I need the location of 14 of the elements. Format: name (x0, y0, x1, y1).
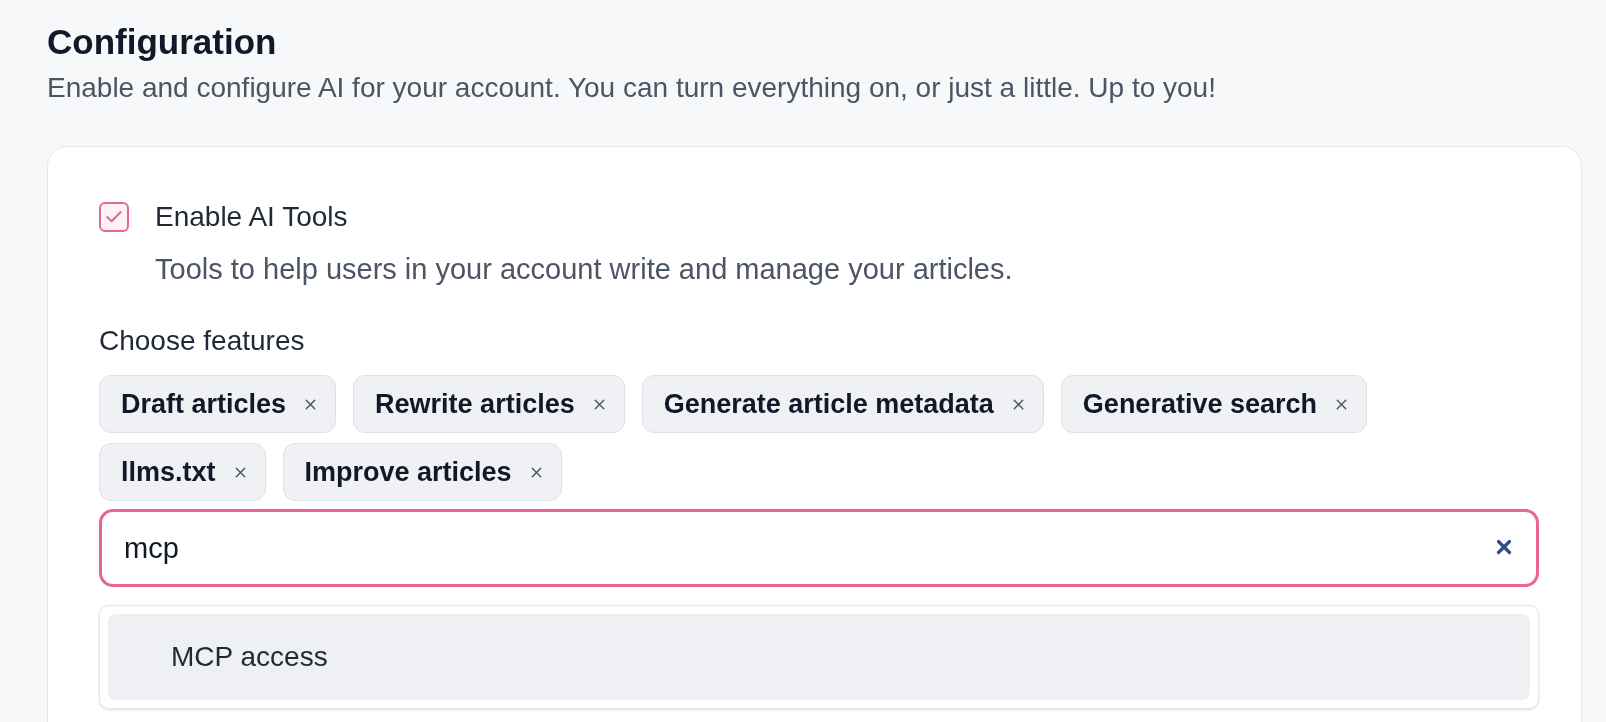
tag-label: Draft articles (121, 387, 287, 421)
page-description: Enable and configure AI for your account. You can turn everything on, or just a little. Up to you! (47, 71, 1216, 105)
search-field[interactable]: mcp (99, 509, 1539, 587)
dropdown-option[interactable]: MCP access (108, 614, 1530, 700)
tag-label: llms.txt (121, 455, 216, 489)
tag-label: Rewrite articles (375, 387, 575, 421)
checkbox[interactable] (99, 202, 129, 232)
checkbox-description: Tools to help users in your account write and manage your articles. (155, 252, 1013, 287)
checkbox-label: Enable AI Tools (155, 200, 348, 234)
page-title: Configuration (47, 21, 277, 63)
tag-label: Generate article metadata (663, 387, 994, 421)
tag-label: Improve articles (304, 455, 512, 489)
features-label: Choose features (99, 324, 305, 358)
tag-label: Generative search (1082, 387, 1317, 421)
